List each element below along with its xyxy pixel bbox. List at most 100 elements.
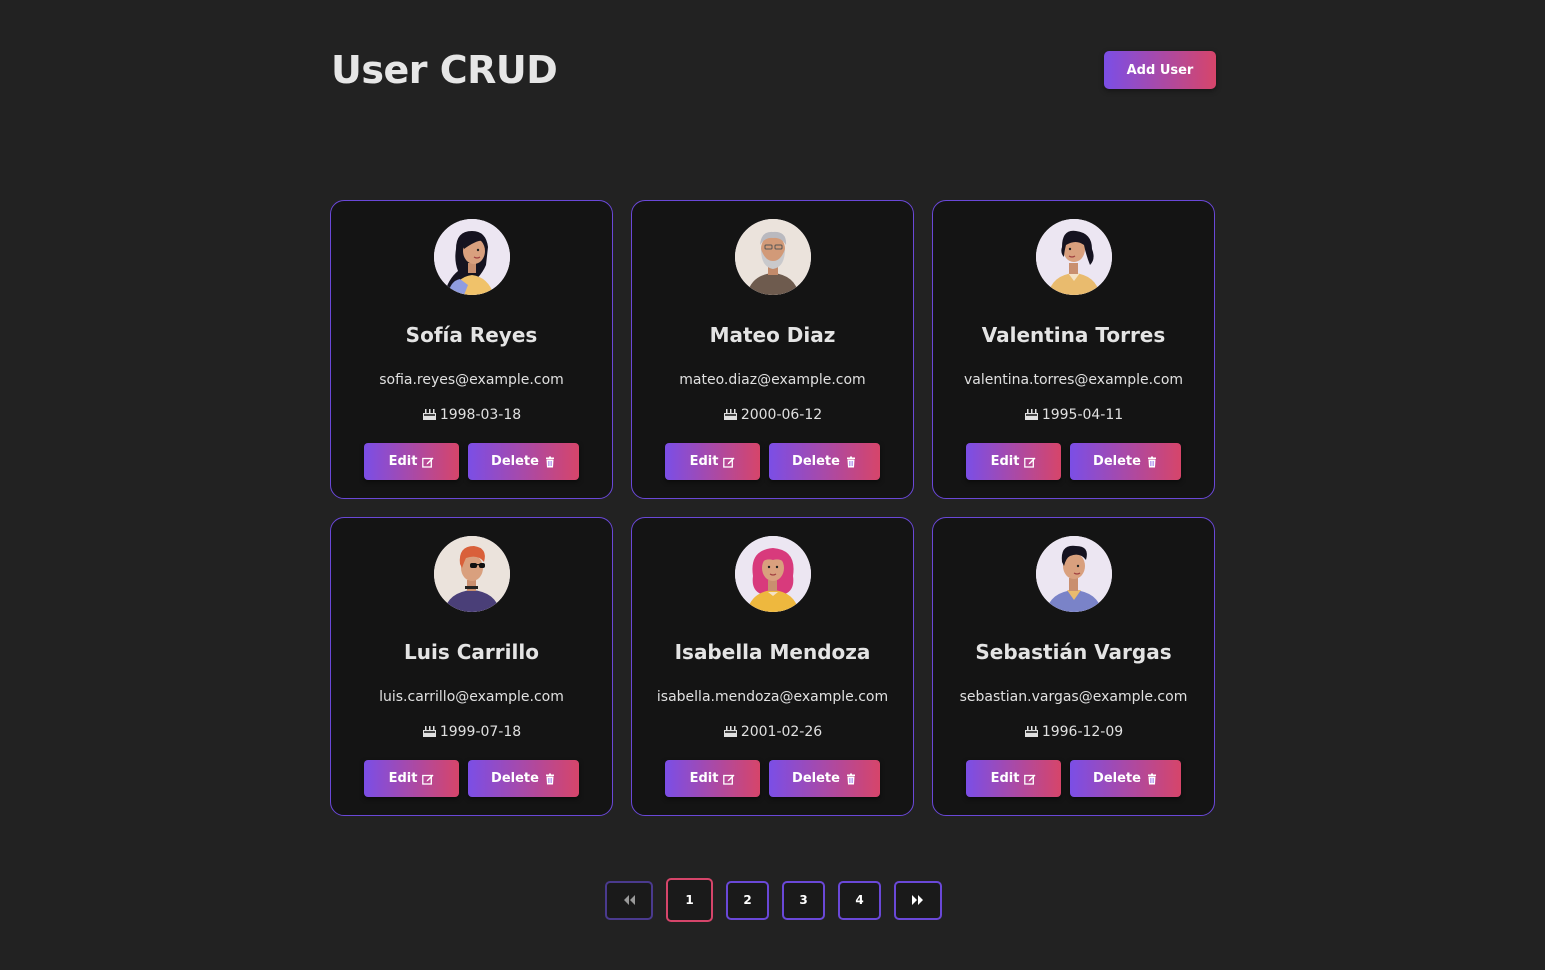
birthday-cake-icon [723, 409, 737, 420]
page-button-1[interactable]: 1 [666, 878, 713, 922]
edit-user-button[interactable]: Edit [966, 443, 1061, 480]
user-birthdate-value: 1998-03-18 [439, 407, 522, 423]
edit-label: Edit [388, 771, 418, 786]
user-birthdate: 1996-12-09 [933, 724, 1214, 740]
trash-icon [545, 456, 554, 467]
double-chevron-right-icon [912, 895, 923, 905]
delete-user-button[interactable]: Delete [468, 760, 579, 797]
trash-icon [1147, 456, 1156, 467]
user-name: Sebastián Vargas [975, 640, 1172, 664]
edit-label: Edit [689, 771, 719, 786]
woman-black-hair-yellow-top-avatar-icon [1035, 219, 1112, 295]
user-card: Sebastián Vargas sebastian.vargas@exampl… [932, 517, 1215, 816]
user-avatar [734, 219, 811, 295]
user-email: luis.carrillo@example.com [379, 689, 564, 705]
user-avatar [1035, 219, 1112, 295]
user-birthdate: 1995-04-11 [933, 407, 1214, 423]
edit-user-button[interactable]: Edit [665, 443, 760, 480]
delete-label: Delete [792, 771, 840, 786]
trash-icon [846, 773, 855, 784]
delete-user-button[interactable]: Delete [1070, 443, 1181, 480]
double-chevron-left-icon [624, 895, 635, 905]
woman-pink-hair-avatar-icon [734, 536, 811, 612]
page-title: User CRUD [331, 48, 558, 92]
edit-label: Edit [689, 454, 719, 469]
pagination: 1 2 3 4 [605, 878, 942, 922]
user-card: Isabella Mendoza isabella.mendoza@exampl… [631, 517, 914, 816]
user-email: sebastian.vargas@example.com [959, 689, 1188, 705]
user-email: mateo.diaz@example.com [679, 372, 866, 388]
user-email: isabella.mendoza@example.com [656, 689, 889, 705]
trash-icon [1147, 773, 1156, 784]
first-page-button[interactable] [605, 880, 653, 920]
delete-label: Delete [491, 771, 539, 786]
card-actions: Edit Delete [933, 760, 1214, 797]
birthday-cake-icon [422, 726, 436, 737]
add-user-button[interactable]: Add User [1104, 51, 1216, 89]
user-birthdate-value: 1999-07-18 [439, 724, 522, 740]
card-actions: Edit Delete [632, 760, 913, 797]
user-email: valentina.torres@example.com [963, 372, 1184, 388]
user-name: Mateo Diaz [709, 323, 836, 347]
delete-label: Delete [1093, 454, 1141, 469]
user-name: Sofía Reyes [405, 323, 538, 347]
card-actions: Edit Delete [331, 443, 612, 480]
page-button-4[interactable]: 4 [838, 880, 881, 920]
edit-user-button[interactable]: Edit [364, 760, 459, 797]
user-name: Valentina Torres [981, 323, 1166, 347]
edit-label: Edit [990, 771, 1020, 786]
woman-long-black-hair-avatar-icon [433, 219, 510, 295]
page-button-2[interactable]: 2 [726, 880, 769, 920]
birthday-cake-icon [1024, 726, 1038, 737]
edit-user-button[interactable]: Edit [364, 443, 459, 480]
edit-icon [1024, 457, 1036, 468]
user-card: Mateo Diaz mateo.diaz@example.com 2000-0… [631, 200, 914, 499]
delete-user-button[interactable]: Delete [1070, 760, 1181, 797]
user-card: Sofía Reyes sofia.reyes@example.com 1998… [330, 200, 613, 499]
card-actions: Edit Delete [632, 443, 913, 480]
delete-label: Delete [491, 454, 539, 469]
delete-user-button[interactable]: Delete [769, 443, 880, 480]
edit-label: Edit [388, 454, 418, 469]
delete-user-button[interactable]: Delete [468, 443, 579, 480]
old-man-gray-beard-avatar-icon [734, 219, 811, 295]
user-birthdate: 1998-03-18 [331, 407, 612, 423]
user-avatar [1035, 536, 1112, 612]
user-avatar [734, 536, 811, 612]
user-card: Valentina Torres valentina.torres@exampl… [932, 200, 1215, 499]
user-birthdate-value: 2001-02-26 [740, 724, 823, 740]
man-black-hair-blue-shirt-avatar-icon [1035, 536, 1112, 612]
user-birthdate-value: 1996-12-09 [1041, 724, 1124, 740]
delete-label: Delete [1093, 771, 1141, 786]
last-page-button[interactable] [894, 880, 942, 920]
user-birthdate-value: 2000-06-12 [740, 407, 823, 423]
user-card: Luis Carrillo luis.carrillo@example.com … [330, 517, 613, 816]
user-name: Luis Carrillo [404, 640, 539, 664]
edit-label: Edit [990, 454, 1020, 469]
edit-icon [422, 774, 434, 785]
user-birthdate: 2000-06-12 [632, 407, 913, 423]
header: User CRUD Add User [331, 46, 1216, 96]
delete-user-button[interactable]: Delete [769, 760, 880, 797]
trash-icon [545, 773, 554, 784]
edit-icon [422, 457, 434, 468]
edit-icon [1024, 774, 1036, 785]
user-birthdate: 1999-07-18 [331, 724, 612, 740]
user-avatar [433, 536, 510, 612]
card-actions: Edit Delete [331, 760, 612, 797]
page-button-3[interactable]: 3 [782, 880, 825, 920]
edit-user-button[interactable]: Edit [966, 760, 1061, 797]
user-birthdate-value: 1995-04-11 [1041, 407, 1124, 423]
man-red-hair-sunglasses-avatar-icon [433, 536, 510, 612]
user-birthdate: 2001-02-26 [632, 724, 913, 740]
edit-user-button[interactable]: Edit [665, 760, 760, 797]
edit-icon [723, 774, 735, 785]
edit-icon [723, 457, 735, 468]
user-email: sofia.reyes@example.com [379, 372, 564, 388]
birthday-cake-icon [422, 409, 436, 420]
birthday-cake-icon [723, 726, 737, 737]
user-name: Isabella Mendoza [674, 640, 871, 664]
delete-label: Delete [792, 454, 840, 469]
trash-icon [846, 456, 855, 467]
user-card-grid: Sofía Reyes sofia.reyes@example.com 1998… [330, 200, 1216, 816]
